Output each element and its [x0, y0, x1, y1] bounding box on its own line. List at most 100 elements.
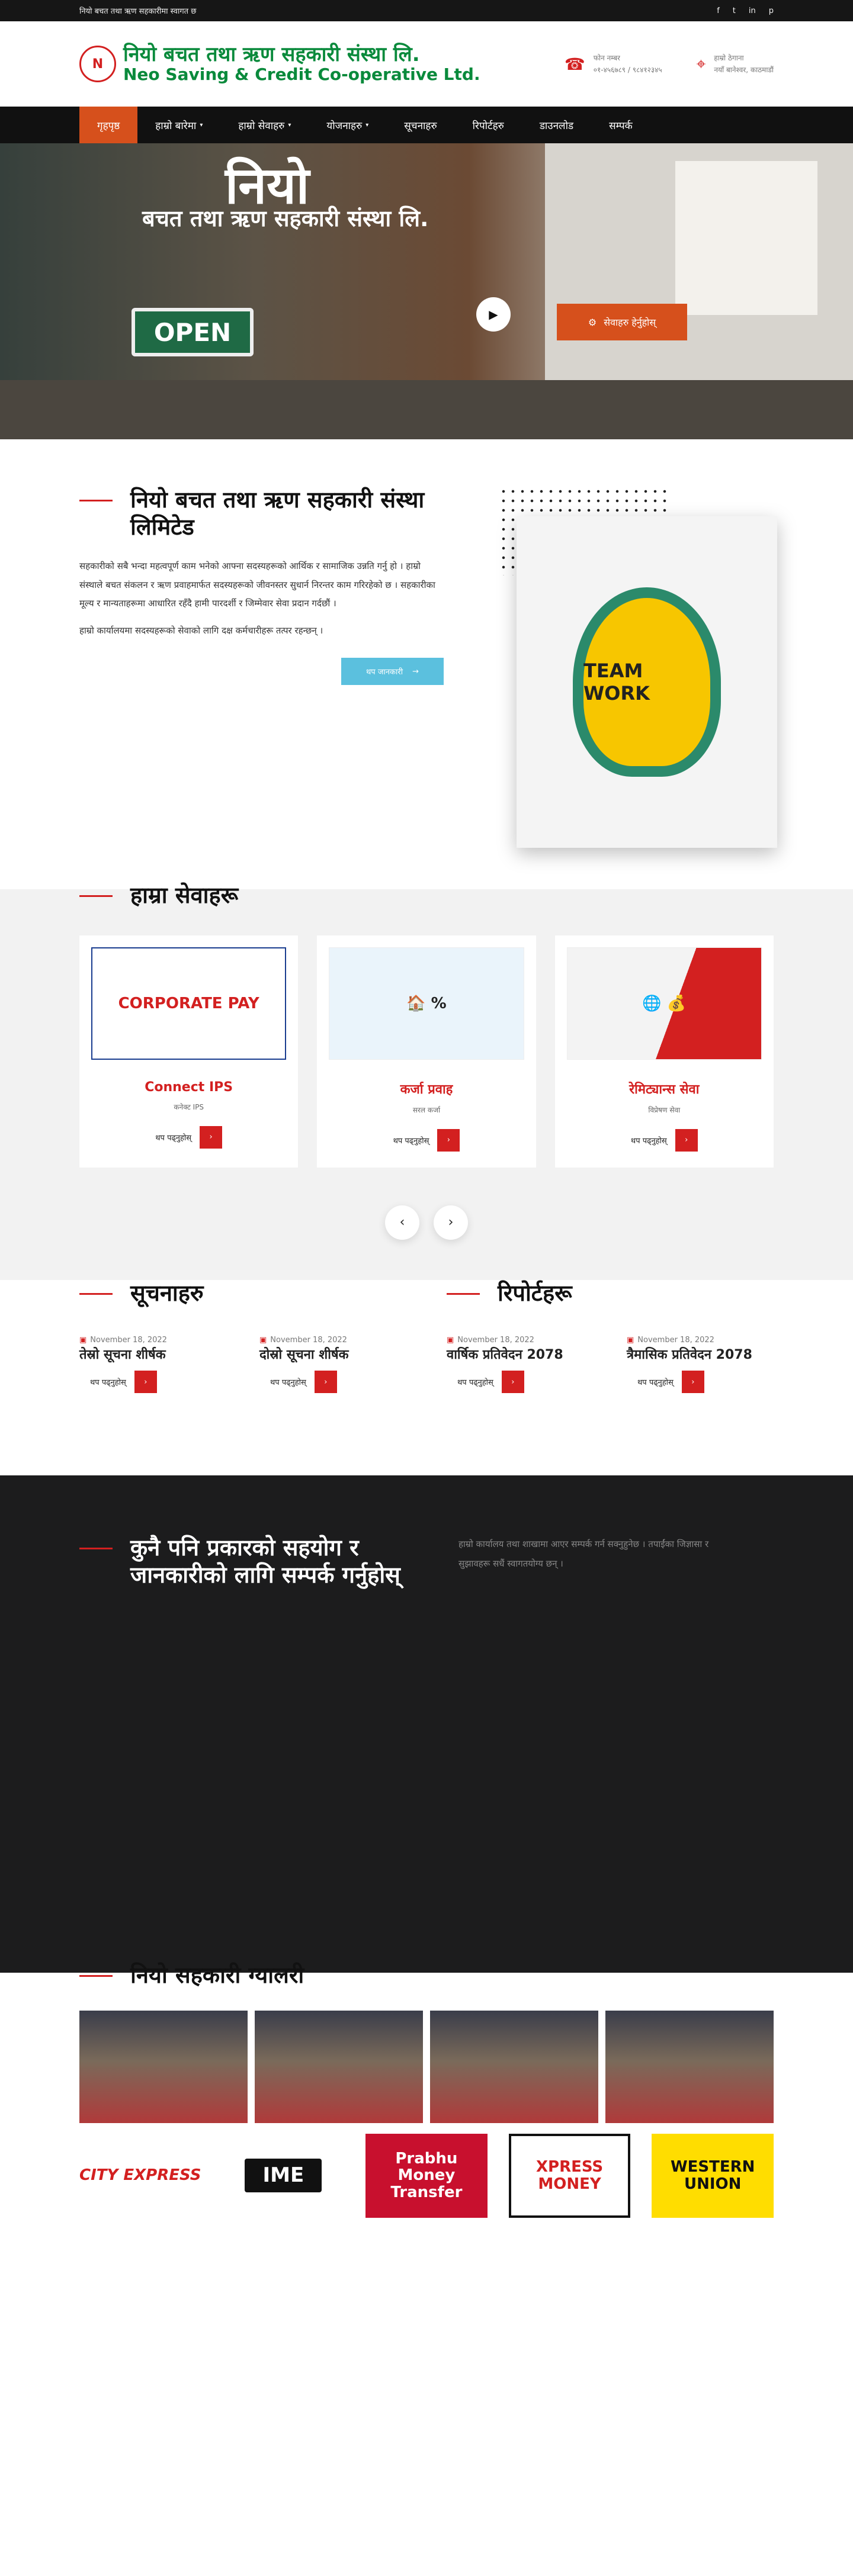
hero-notice-board — [675, 161, 817, 315]
service-read-more[interactable]: थप पढ्नुहोस् › — [393, 1128, 460, 1152]
arrow-right-icon: › — [200, 1125, 223, 1149]
play-icon: ▶ — [489, 307, 498, 321]
arrow-right-icon: › — [681, 1371, 704, 1394]
arrow-right-icon: › — [134, 1371, 157, 1394]
notice-read-more[interactable]: थप पढ्नुहोस् › — [270, 1371, 337, 1394]
nav-services[interactable]: हाम्रो सेवाहरु ▾ — [220, 107, 309, 143]
service-subtitle: कनेक्ट IPS — [174, 1102, 204, 1111]
main-nav: गृहपृष्ठ हाम्रो बारेमा ▾ हाम्रो सेवाहरु ▾ … — [0, 107, 853, 143]
play-video-button[interactable]: ▶ — [476, 297, 511, 332]
site-logo[interactable]: N नियो बचत तथा ऋण सहकारी संस्था लि. Neo … — [79, 42, 480, 84]
service-title: कर्जा प्रवाह — [400, 1082, 453, 1097]
arrow-right-icon: › — [314, 1371, 337, 1394]
about-paragraph-1: सहकारीको सबै भन्दा महत्वपूर्ण काम भनेको … — [79, 561, 435, 609]
gear-icon: ⚙ — [588, 316, 597, 328]
notice-item: ▣ November 18, 2022 दोस्रो सूचना शीर्षक थ… — [259, 1336, 411, 1394]
location-icon: ⌖ — [696, 54, 706, 73]
service-subtitle: सरल कर्जा — [412, 1105, 441, 1114]
service-title: Connect IPS — [145, 1079, 233, 1095]
phone-number: ०१-४५६७८९ / ९८४१२३४५ — [593, 66, 662, 74]
contact-title: कुनै पनि प्रकारको सहयोग र जानकारीको लागि… — [79, 1535, 411, 1973]
calendar-icon: ▣ — [447, 1335, 454, 1345]
view-services-button[interactable]: ⚙ सेवाहरु हेर्नुहोस् — [557, 304, 687, 340]
logo-title-nepali: नियो बचत तथा ऋण सहकारी संस्था लि. — [123, 42, 420, 66]
service-read-more[interactable]: थप पढ्नुहोस् › — [155, 1125, 223, 1149]
xpress-money-logo: XPRESS MONEY — [508, 2133, 631, 2218]
arrow-right-icon: › — [501, 1371, 524, 1394]
nav-schemes[interactable]: योजनाहरु ▾ — [309, 107, 386, 143]
report-item: ▣ November 18, 2022 त्रैमासिक प्रतिवेदन 2… — [627, 1336, 778, 1394]
western-union-logo: WESTERN UNION — [652, 2133, 774, 2218]
service-title: रेमिट्यान्स सेवा — [629, 1082, 700, 1097]
service-card: 🌐 💰 रेमिट्यान्स सेवा विप्रेषण सेवा थप पढ… — [554, 935, 774, 1168]
about-title: नियो बचत तथा ऋण सहकारी संस्था लिमिटेड — [79, 487, 445, 541]
report-read-more[interactable]: थप पढ्नुहोस् › — [637, 1371, 704, 1394]
chevron-down-icon: ▾ — [200, 121, 203, 128]
twitter-icon[interactable]: t — [733, 7, 736, 15]
open-sign: OPEN — [132, 308, 254, 356]
chevron-down-icon: ▾ — [365, 121, 369, 128]
nav-notices[interactable]: सूचनाहरु — [386, 107, 454, 143]
service-image: 🌐 💰 — [566, 947, 762, 1060]
service-card: 🏠 % कर्जा प्रवाह सरल कर्जा थप पढ्नुहोस् › — [317, 935, 536, 1168]
nav-about[interactable]: हाम्रो बारेमा ▾ — [137, 107, 220, 143]
post-date: November 18, 2022 — [270, 1335, 347, 1345]
prabhu-logo: Prabhu Money Transfer — [365, 2133, 488, 2218]
service-read-more[interactable]: थप पढ्नुहोस् › — [631, 1128, 698, 1152]
gallery-photo[interactable] — [79, 2010, 248, 2123]
calendar-icon: ▣ — [259, 1335, 267, 1345]
service-subtitle: विप्रेषण सेवा — [648, 1105, 681, 1114]
site-header: N नियो बचत तथा ऋण सहकारी संस्था लि. Neo … — [0, 21, 853, 107]
read-more-button[interactable]: थप जानकारी → — [341, 658, 444, 686]
social-links: f t in p — [717, 7, 774, 15]
about-image-area: TEAM WORK — [499, 487, 777, 854]
hero-counter — [0, 380, 853, 439]
gallery-section: नियो सहकारी ग्यालरी CITY EXPRESS IME Pra… — [0, 1962, 853, 2423]
notice-item: ▣ November 18, 2022 तेस्रो सूचना शीर्षक थ… — [79, 1336, 231, 1394]
nav-downloads[interactable]: डाउनलोड — [522, 107, 591, 143]
service-image: CORPORATE PAY — [91, 947, 287, 1060]
header-contacts: ☎ फोन नम्बर ०१-४५६७८९ / ९८४१२३४५ ⌖ हाम्रो… — [565, 52, 774, 76]
post-title[interactable]: त्रैमासिक प्रतिवेदन 2078 — [627, 1347, 778, 1364]
report-read-more[interactable]: थप पढ्नुहोस् › — [457, 1371, 524, 1394]
post-date: November 18, 2022 — [457, 1335, 534, 1345]
nav-contact[interactable]: सम्पर्क — [591, 107, 650, 143]
chevron-down-icon: ▾ — [288, 121, 291, 128]
gallery-title: नियो सहकारी ग्यालरी — [79, 1962, 774, 1989]
top-bar: नियो बचत तथा ऋण सहकारीमा स्वागत छ f t in… — [0, 0, 853, 21]
linkedin-icon[interactable]: in — [749, 7, 756, 15]
hero-banner: नियो बचत तथा ऋण सहकारी संस्था लि. OPEN ▶… — [0, 143, 853, 439]
service-card: CORPORATE PAY Connect IPS कनेक्ट IPS थप … — [79, 935, 299, 1168]
ime-logo: IME — [223, 2134, 345, 2218]
nav-home[interactable]: गृहपृष्ठ — [79, 107, 138, 143]
facebook-icon[interactable]: f — [717, 7, 720, 15]
about-section: नियो बचत तथा ऋण सहकारी संस्था लिमिटेड सह… — [0, 439, 853, 889]
gallery-photo[interactable] — [605, 2010, 774, 2123]
contact-section: कुनै पनि प्रकारको सहयोग र जानकारीको लागि… — [0, 1475, 853, 1973]
post-date: November 18, 2022 — [90, 1335, 167, 1345]
carousel-next-button[interactable]: › — [434, 1205, 468, 1240]
post-date: November 18, 2022 — [637, 1335, 714, 1345]
phone-contact: ☎ फोन नम्बर ०१-४५६७८९ / ९८४१२३४५ — [565, 52, 662, 76]
calendar-icon: ▣ — [627, 1335, 634, 1345]
arrow-right-icon: → — [412, 667, 419, 676]
post-title[interactable]: दोस्रो सूचना शीर्षक — [259, 1347, 411, 1364]
gallery-photo[interactable] — [430, 2010, 598, 2123]
address-contact: ⌖ हाम्रो ठेगाना नयाँ बानेश्वर, काठमाडौं — [697, 52, 774, 76]
partner-logos: CITY EXPRESS IME Prabhu Money Transfer X… — [79, 2133, 774, 2218]
notices-title: सूचनाहरु — [79, 1280, 411, 1307]
carousel-prev-button[interactable]: ‹ — [385, 1205, 419, 1240]
report-item: ▣ November 18, 2022 वार्षिक प्रतिवेदन 207… — [447, 1336, 598, 1394]
hero-sign-subtitle: बचत तथा ऋण सहकारी संस्था लि. — [142, 205, 429, 231]
post-title[interactable]: तेस्रो सूचना शीर्षक — [79, 1347, 231, 1364]
pinterest-icon[interactable]: p — [769, 7, 774, 15]
contact-text: हाम्रो कार्यालय तथा शाखामा आएर सम्पर्क ग… — [458, 1539, 709, 1569]
welcome-text: नियो बचत तथा ऋण सहकारीमा स्वागत छ — [79, 7, 197, 16]
about-paragraph-2: हाम्रो कार्यालयमा सदस्यहरूको सेवाको लागि… — [79, 625, 323, 636]
nav-reports[interactable]: रिपोर्टहरु — [455, 107, 522, 143]
post-title[interactable]: वार्षिक प्रतिवेदन 2078 — [447, 1347, 598, 1364]
gallery-photo[interactable] — [255, 2010, 423, 2123]
notice-read-more[interactable]: थप पढ्नुहोस् › — [90, 1371, 157, 1394]
reports-title: रिपोर्टहरू — [447, 1280, 778, 1307]
address-label: हाम्रो ठेगाना — [714, 53, 744, 62]
